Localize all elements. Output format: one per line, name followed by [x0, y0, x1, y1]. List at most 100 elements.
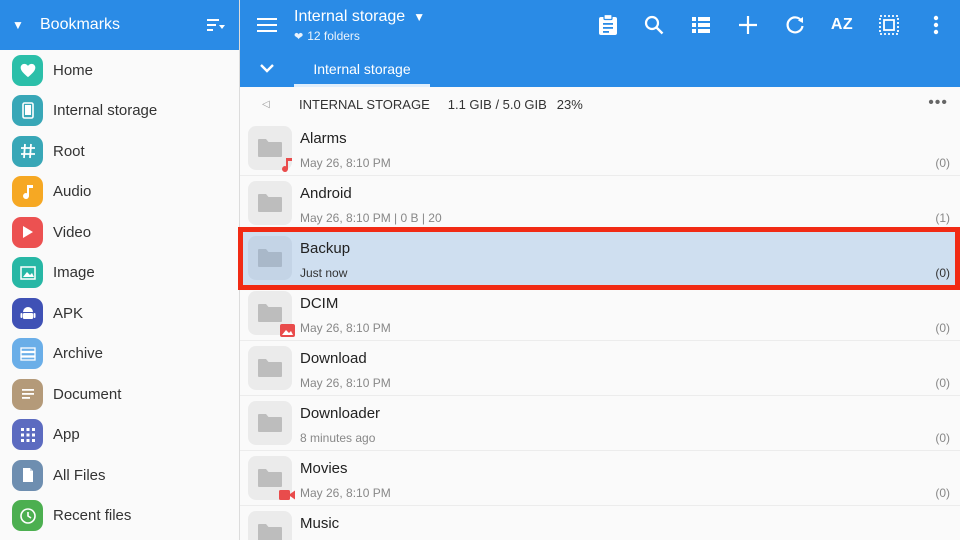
- list-view-icon[interactable]: [689, 13, 713, 37]
- file-name: Alarms: [300, 130, 347, 147]
- file-row-backup[interactable]: Backup Just now (0): [240, 231, 960, 286]
- sidebar-item-home[interactable]: Home: [0, 50, 239, 91]
- file-row-music[interactable]: Music: [240, 506, 960, 540]
- music-note-icon: [12, 176, 43, 208]
- sidebar-item-audio[interactable]: Audio: [0, 172, 239, 213]
- storage-usage: 1.1 GIB / 5.0 GIB: [447, 96, 547, 112]
- sidebar-item-app[interactable]: App: [0, 415, 239, 456]
- folder-icon: [248, 181, 292, 225]
- sidebar-title: Bookmarks: [40, 16, 121, 33]
- select-all-icon[interactable]: [877, 13, 901, 37]
- sidebar-item-label: Home: [53, 61, 94, 79]
- archive-icon: [12, 338, 43, 370]
- heart-icon: [12, 54, 43, 86]
- document-icon: [12, 378, 43, 410]
- sidebar-item-label: All Files: [53, 466, 106, 484]
- file-name: Music: [300, 515, 340, 532]
- caret-down-icon[interactable]: ▼: [12, 18, 28, 32]
- add-icon[interactable]: [736, 13, 760, 37]
- sidebar: ▼ Bookmarks Home Internal storage Root A…: [0, 0, 240, 540]
- sidebar-item-label: App: [53, 426, 80, 444]
- refresh-icon[interactable]: [783, 13, 807, 37]
- sidebar-item-label: Archive: [53, 345, 104, 363]
- path-name[interactable]: INTERNAL STORAGE: [299, 97, 430, 112]
- sort-az-button[interactable]: AZ: [830, 13, 854, 37]
- folder-icon: [248, 456, 295, 503]
- top-app-bar: Internal storage ▼ ❤ 12 folders AZ: [240, 0, 960, 50]
- sidebar-item-label: APK: [53, 304, 84, 322]
- file-name: Android: [300, 185, 352, 202]
- folder-icon: [248, 346, 292, 390]
- file-name: DCIM: [300, 295, 339, 312]
- file-count: (0): [935, 266, 950, 280]
- more-horiz-icon[interactable]: •••: [928, 95, 948, 111]
- sidebar-item-apk[interactable]: APK: [0, 293, 239, 334]
- hash-icon: [12, 135, 43, 167]
- sidebar-item-recent-files[interactable]: Recent files: [0, 496, 239, 537]
- android-icon: [12, 297, 43, 329]
- file-row-android[interactable]: Android May 26, 8:10 PM | 0 B | 20 (1): [240, 176, 960, 231]
- file-list: Alarms May 26, 8:10 PM (0) Android May 2…: [240, 121, 960, 540]
- caret-down-icon: ▼: [413, 10, 426, 24]
- file-row-movies[interactable]: Movies May 26, 8:10 PM (0): [240, 451, 960, 506]
- file-meta: May 26, 8:10 PM | 0 B | 20: [300, 211, 442, 225]
- file-row-downloader[interactable]: Downloader 8 minutes ago (0): [240, 396, 960, 451]
- folder-icon: [248, 291, 295, 338]
- phone-icon: [12, 95, 43, 127]
- menu-icon[interactable]: [256, 14, 278, 36]
- search-icon[interactable]: [642, 13, 666, 37]
- file-row-dcim[interactable]: DCIM May 26, 8:10 PM (0): [240, 286, 960, 341]
- sidebar-item-label: Internal storage: [53, 102, 158, 120]
- file-meta: 8 minutes ago: [300, 431, 376, 445]
- file-icon: [12, 459, 43, 491]
- clipboard-icon[interactable]: [596, 13, 620, 37]
- file-meta: May 26, 8:10 PM: [300, 321, 391, 335]
- file-row-download[interactable]: Download May 26, 8:10 PM (0): [240, 341, 960, 396]
- heart-icon: ❤: [294, 30, 304, 43]
- folder-icon: [248, 401, 292, 445]
- folder-icon: [248, 126, 295, 173]
- file-meta: May 26, 8:10 PM: [300, 376, 391, 390]
- file-count: (0): [935, 486, 950, 500]
- chevron-down-icon[interactable]: [258, 59, 276, 77]
- path-bar: ◁ INTERNAL STORAGE 1.1 GIB / 5.0 GIB 23%…: [240, 87, 960, 121]
- sidebar-item-archive[interactable]: Archive: [0, 334, 239, 375]
- sidebar-header: ▼ Bookmarks: [0, 0, 239, 50]
- tab-internal-storage[interactable]: Internal storage: [294, 50, 430, 87]
- storage-percent: 23%: [556, 96, 583, 112]
- video-camera-icon: [279, 487, 295, 503]
- app-grid-icon: [12, 419, 43, 451]
- file-name: Download: [300, 350, 367, 367]
- image-icon: [279, 322, 295, 338]
- sidebar-item-label: Root: [53, 142, 85, 160]
- file-count: (0): [935, 156, 950, 170]
- file-count: (0): [935, 431, 950, 445]
- image-icon: [12, 257, 43, 289]
- tab-label: Internal storage: [313, 60, 411, 77]
- file-name: Backup: [300, 240, 351, 257]
- folder-icon: [248, 236, 292, 280]
- more-vert-icon[interactable]: [924, 13, 948, 37]
- tab-bar: Internal storage: [240, 50, 960, 87]
- file-name: Downloader: [300, 405, 381, 422]
- file-meta: May 26, 8:10 PM: [300, 486, 391, 500]
- sidebar-item-video[interactable]: Video: [0, 212, 239, 253]
- location-title[interactable]: Internal storage ▼ ❤ 12 folders: [294, 8, 425, 43]
- sidebar-item-image[interactable]: Image: [0, 253, 239, 294]
- back-arrow-icon[interactable]: ◁: [262, 99, 276, 110]
- file-name: Movies: [300, 460, 348, 477]
- sort-icon[interactable]: [205, 14, 227, 36]
- file-row-alarms[interactable]: Alarms May 26, 8:10 PM (0): [240, 121, 960, 176]
- sidebar-item-label: Video: [53, 223, 92, 241]
- folder-count: 12 folders: [307, 29, 360, 43]
- sidebar-item-document[interactable]: Document: [0, 374, 239, 415]
- sidebar-item-root[interactable]: Root: [0, 131, 239, 172]
- sidebar-item-all-files[interactable]: All Files: [0, 455, 239, 496]
- sidebar-item-label: Recent files: [53, 507, 132, 525]
- folder-icon: [248, 511, 292, 540]
- file-count: (0): [935, 321, 950, 335]
- file-meta: Just now: [300, 266, 348, 280]
- sidebar-item-internal-storage[interactable]: Internal storage: [0, 91, 239, 132]
- music-note-icon: [279, 157, 295, 173]
- sidebar-list: Home Internal storage Root Audio Video I…: [0, 50, 239, 536]
